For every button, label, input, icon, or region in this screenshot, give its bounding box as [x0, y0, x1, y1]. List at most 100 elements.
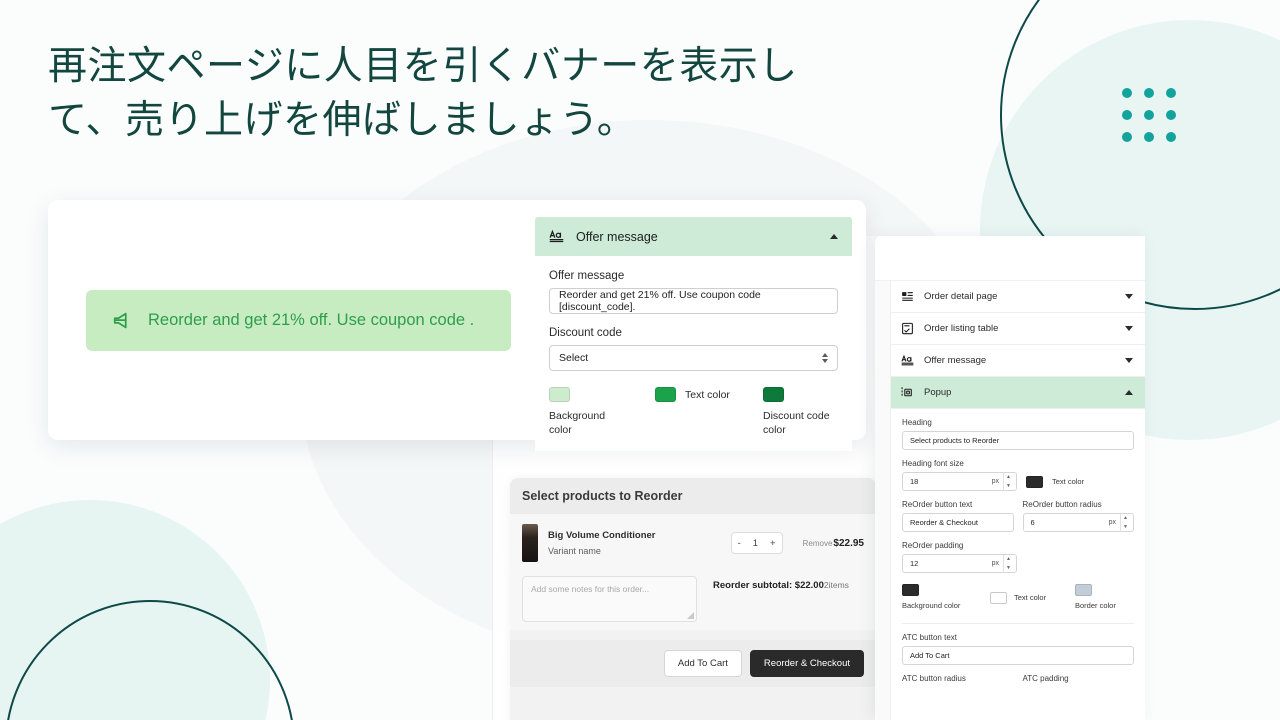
offer-message-accordion-header[interactable]: Offer message — [535, 217, 852, 256]
reorder-button-radius-label: ReOrder button radius — [1022, 500, 1102, 509]
reorder-button-radius-unit: px — [1108, 519, 1116, 526]
discount-code-color-label: Discount code color — [763, 410, 830, 437]
text-color-swatch[interactable] — [655, 387, 676, 402]
settings-sidebar: Order detail page Order listing table Of… — [875, 236, 1145, 720]
reorder-padding-input[interactable]: 12 px ▲ ▼ — [902, 554, 1017, 573]
heading-text-color-label: Text color — [1052, 477, 1085, 486]
add-to-cart-button[interactable]: Add To Cart — [663, 650, 742, 677]
sidebar-item-label: Offer message — [924, 355, 987, 366]
reorder-popup-preview: Select products to Reorder Big Volume Co… — [510, 478, 876, 720]
reorder-text-color-control: Text color — [990, 584, 1075, 612]
text-format-icon — [901, 354, 914, 366]
quantity-decrement[interactable]: - — [738, 538, 741, 549]
sidebar-item-label: Popup — [924, 387, 952, 398]
dot-grid-decoration — [1122, 88, 1176, 142]
product-variant: Variant name — [548, 546, 601, 556]
reorder-text-color-label: Text color — [1014, 593, 1047, 603]
select-chevrons-icon — [822, 353, 828, 363]
atc-button-radius-label: ATC button radius — [902, 673, 966, 683]
heading-input[interactable]: Select products to Reorder — [902, 431, 1134, 450]
sidebar-rail — [875, 281, 891, 720]
offer-color-swatches: Background color Text color Discount cod… — [549, 387, 838, 437]
sidebar-item-order-detail-page[interactable]: Order detail page — [891, 281, 1145, 313]
offer-message-banner: Reorder and get 21% off. Use coupon code… — [86, 290, 511, 351]
discount-code-select[interactable]: Select — [549, 345, 838, 371]
caret-up-icon[interactable] — [1125, 390, 1133, 395]
caret-down-icon[interactable] — [1125, 326, 1133, 331]
quantity-value: 1 — [752, 537, 759, 549]
reorder-background-color-swatch[interactable] — [902, 584, 919, 596]
text-color-label: Text color — [685, 388, 730, 401]
reorder-padding-stepper[interactable]: ▲ ▼ — [1003, 554, 1013, 573]
reorder-border-color-control: Border color — [1075, 584, 1116, 612]
reorder-border-color-swatch[interactable] — [1075, 584, 1092, 596]
heading-font-size-input[interactable]: 18 px ▲ ▼ — [902, 472, 1017, 491]
discount-code-selected-value: Select — [559, 352, 589, 364]
background-color-swatch[interactable] — [549, 387, 570, 402]
discount-code-color-control: Discount code color — [763, 387, 838, 437]
popup-frame-icon — [901, 387, 912, 398]
reorder-padding-unit: px — [991, 560, 999, 567]
reorder-padding-value: 12 — [910, 559, 919, 568]
heading-font-size-value: 18 — [910, 477, 919, 486]
caret-down-icon[interactable] — [1125, 358, 1133, 363]
popup-preview-footer: Add To Cart Reorder & Checkout — [510, 640, 876, 687]
quantity-increment[interactable]: + — [770, 538, 776, 549]
caret-down-icon[interactable] — [1125, 294, 1133, 299]
offer-message-fields: Offer message Reorder and get 21% off. U… — [535, 256, 852, 452]
remove-product-link[interactable]: Remove — [803, 539, 833, 548]
reorder-background-color-label: Background color — [902, 601, 961, 610]
heading-text-color-swatch[interactable] — [1026, 475, 1043, 488]
reorder-background-color-control: Background color — [902, 584, 990, 612]
text-format-icon — [549, 229, 564, 243]
offer-message-banner-text: Reorder and get 21% off. Use coupon code… — [148, 311, 475, 329]
document-check-icon — [902, 322, 913, 335]
atc-button-text-label: ATC button text — [902, 632, 957, 642]
reorder-padding-label: ReOrder padding — [902, 541, 964, 550]
product-price: $22.95 — [833, 537, 864, 549]
reorder-button-radius-value: 6 — [1030, 518, 1035, 527]
discount-code-field-label: Discount code — [549, 327, 622, 339]
sidebar-item-popup[interactable]: Popup — [891, 377, 1145, 409]
subtotal-amount: Reorder subtotal: $22.00 — [713, 580, 824, 591]
popup-settings-form: Heading Select products to Reorder Headi… — [891, 409, 1145, 687]
product-row: Big Volume Conditioner Variant name - 1 … — [522, 524, 864, 562]
sidebar-top-spacer — [875, 236, 1145, 281]
sidebar-item-order-listing-table[interactable]: Order listing table — [891, 313, 1145, 345]
atc-padding-label: ATC padding — [1022, 673, 1069, 683]
reorder-button-text-label: ReOrder button text — [902, 500, 973, 509]
layout-list-icon — [902, 292, 913, 301]
popup-preview-body: Big Volume Conditioner Variant name - 1 … — [510, 514, 876, 630]
reorder-checkout-button[interactable]: Reorder & Checkout — [749, 650, 864, 677]
reorder-button-radius-input[interactable]: 6 px ▲ ▼ — [1022, 513, 1134, 532]
offer-message-accordion-title: Offer message — [576, 229, 658, 244]
notes-and-subtotal-row: Add some notes for this order... Reorder… — [522, 576, 864, 622]
heading-font-size-unit: px — [991, 478, 999, 485]
discount-code-color-swatch[interactable] — [763, 387, 784, 402]
order-notes-textarea[interactable]: Add some notes for this order... — [522, 576, 697, 622]
background-color-label: Background color — [549, 410, 606, 437]
page-title: 再注文ページに人目を引くバナーを表示して、売り上げを伸ばしましょう。 — [48, 45, 798, 142]
megaphone-icon — [113, 312, 127, 328]
form-divider — [902, 622, 1134, 624]
text-color-control: Text color — [655, 387, 763, 437]
heading-field-label: Heading — [902, 418, 932, 427]
reorder-text-color-swatch[interactable] — [990, 591, 1007, 604]
sidebar-item-label: Order listing table — [924, 323, 999, 334]
product-info: Big Volume Conditioner Variant name — [548, 530, 721, 556]
caret-up-icon[interactable] — [830, 234, 838, 239]
product-actions: Remove $22.95 — [803, 538, 864, 549]
offer-message-field-label: Offer message — [549, 270, 625, 282]
quantity-stepper[interactable]: - 1 + — [730, 532, 783, 554]
heading-font-size-label: Heading font size — [902, 459, 964, 468]
sidebar-item-offer-message[interactable]: Offer message — [891, 345, 1145, 377]
offer-message-input[interactable]: Reorder and get 21% off. Use coupon code… — [549, 288, 838, 314]
atc-button-text-input[interactable]: Add To Cart — [902, 645, 1134, 665]
sidebar-item-label: Order detail page — [924, 291, 998, 302]
subtotal-item-count: 2items — [823, 580, 849, 590]
product-name: Big Volume Conditioner — [548, 530, 656, 541]
heading-font-size-stepper[interactable]: ▲ ▼ — [1003, 472, 1013, 491]
offer-message-settings-panel: Offer message Offer message Reorder and … — [535, 217, 852, 452]
reorder-button-text-input[interactable]: Reorder & Checkout — [902, 513, 1014, 532]
reorder-button-radius-stepper[interactable]: ▲ ▼ — [1120, 513, 1130, 532]
